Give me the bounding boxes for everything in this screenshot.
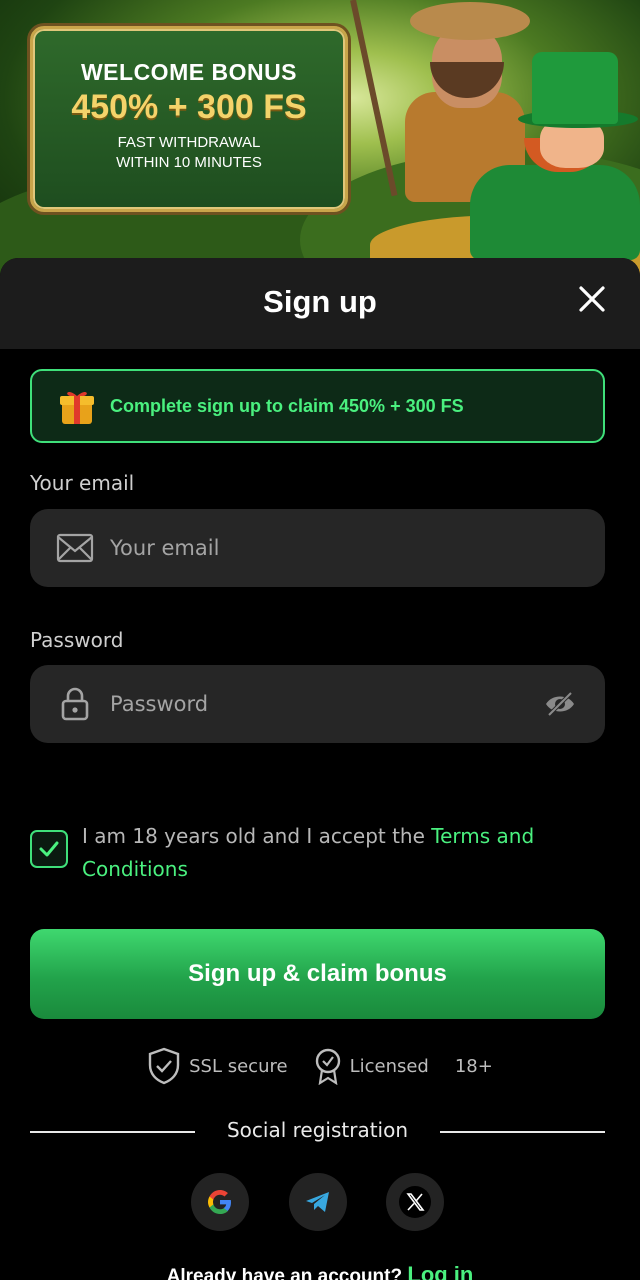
shield-check-icon <box>148 1047 180 1085</box>
leprechaun-illustration <box>470 165 640 260</box>
email-field[interactable] <box>30 509 605 587</box>
signup-modal: Sign up Complete sign up to claim 450% +… <box>0 258 640 1280</box>
google-icon <box>208 1190 231 1214</box>
divider-line <box>440 1131 605 1133</box>
x-signup-button[interactable] <box>386 1173 444 1231</box>
password-field[interactable] <box>30 665 605 743</box>
gift-icon <box>60 391 94 424</box>
modal-title: Sign up <box>263 284 377 319</box>
telegram-signup-button[interactable] <box>289 1173 347 1231</box>
email-label: Your email <box>30 471 135 495</box>
leprechaun-hat-illustration <box>532 52 618 124</box>
close-button[interactable] <box>575 282 609 316</box>
bonus-subtitle-line: FAST WITHDRAWAL <box>117 134 261 151</box>
email-input[interactable] <box>108 535 605 561</box>
age-restriction-badge: 18+ <box>454 1055 493 1077</box>
consent-text: I am 18 years old and I accept the Terms… <box>82 820 582 886</box>
consent-checkbox[interactable] <box>30 830 68 868</box>
close-icon <box>579 286 605 312</box>
licensed-badge: Licensed <box>314 1047 429 1085</box>
fishing-rod-illustration <box>350 0 398 197</box>
social-registration-divider: Social registration <box>30 1118 605 1144</box>
modal-header: Sign up <box>0 258 640 349</box>
ssl-label: SSL secure <box>189 1055 288 1077</box>
bonus-reminder-banner: Complete sign up to claim 450% + 300 FS <box>30 369 605 443</box>
signup-submit-button[interactable]: Sign up & claim bonus <box>30 929 605 1019</box>
cowboy-hat-illustration <box>410 2 530 40</box>
promo-banner: WELCOME BONUS 450% + 300 FS FAST WITHDRA… <box>0 0 640 280</box>
eye-off-icon <box>546 691 574 717</box>
password-label: Password <box>30 628 124 652</box>
bonus-subtitle: FAST WITHDRAWAL WITHIN 10 MINUTES <box>33 133 345 173</box>
login-prompt: Already have an account? Log in <box>0 1262 640 1280</box>
trust-badges: SSL secure Licensed 18+ <box>0 1046 640 1086</box>
bonus-reminder-text: Complete sign up to claim 450% + 300 FS <box>110 395 464 416</box>
social-buttons <box>0 1173 640 1231</box>
x-logo-icon <box>399 1186 431 1218</box>
login-link[interactable]: Log in <box>407 1262 473 1280</box>
login-prompt-text: Already have an account? <box>166 1266 403 1280</box>
checkmark-icon <box>39 841 59 857</box>
bonus-title: WELCOME BONUS <box>80 59 298 85</box>
bonus-subtitle-line: WITHIN 10 MINUTES <box>116 154 262 171</box>
toggle-password-visibility-button[interactable] <box>543 689 577 719</box>
bonus-amount: 450% + 300 FS <box>71 88 307 126</box>
lock-icon <box>56 687 94 721</box>
password-input[interactable] <box>108 691 543 717</box>
mail-icon <box>56 531 94 565</box>
telegram-icon <box>306 1192 329 1212</box>
social-registration-heading: Social registration <box>226 1118 409 1142</box>
licensed-label: Licensed <box>349 1055 429 1077</box>
google-signup-button[interactable] <box>191 1173 249 1231</box>
consent-statement: I am 18 years old and I accept the <box>82 824 432 848</box>
license-badge-icon <box>315 1048 340 1085</box>
ssl-badge: SSL secure <box>147 1047 288 1085</box>
welcome-bonus-board: WELCOME BONUS 450% + 300 FS FAST WITHDRA… <box>30 26 348 212</box>
